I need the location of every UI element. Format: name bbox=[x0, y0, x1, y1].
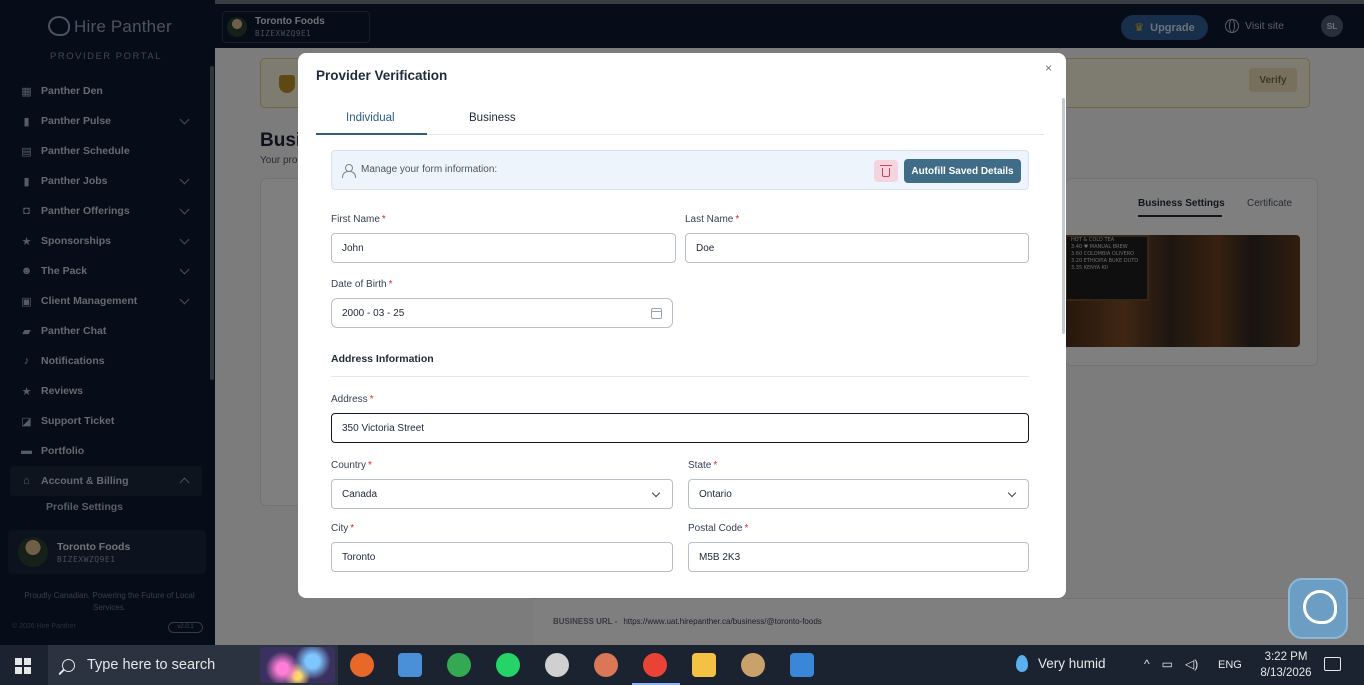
country-select[interactable]: Canada bbox=[331, 479, 673, 509]
city-input[interactable]: Toronto bbox=[331, 542, 673, 572]
first-name-input[interactable]: John bbox=[331, 233, 676, 263]
photos-icon[interactable] bbox=[790, 653, 814, 677]
state-value: Ontario bbox=[699, 488, 732, 500]
panther-chat-icon bbox=[1303, 590, 1337, 624]
country-value: Canada bbox=[342, 488, 378, 500]
close-icon[interactable]: × bbox=[1045, 61, 1052, 75]
chevron-down-icon bbox=[651, 488, 661, 498]
last-name-label: Last Name * bbox=[685, 214, 740, 225]
address-label: Address * bbox=[331, 394, 374, 405]
paint-icon[interactable] bbox=[741, 653, 765, 677]
form-info-bar: Manage your form information: Autofill S… bbox=[331, 150, 1029, 190]
postal-code-input[interactable]: M5B 2K3 bbox=[688, 542, 1029, 572]
weather-widget[interactable]: Very humid bbox=[1016, 655, 1106, 672]
clock-time: 3:22 PM bbox=[1264, 651, 1308, 663]
verification-tabs: Individual Business bbox=[316, 105, 1044, 135]
claude-icon[interactable] bbox=[594, 653, 618, 677]
trash-icon bbox=[880, 164, 892, 177]
weather-text: Very humid bbox=[1038, 656, 1106, 671]
chevron-up-icon[interactable]: ^ bbox=[1144, 657, 1150, 671]
chatgpt-icon[interactable] bbox=[545, 653, 569, 677]
address-section-title: Address Information bbox=[331, 353, 434, 365]
state-label: State * bbox=[688, 460, 718, 471]
firefox-icon[interactable] bbox=[350, 653, 374, 677]
dob-label: Date of Birth * bbox=[331, 279, 393, 290]
file-transfer-icon[interactable] bbox=[398, 653, 422, 677]
country-label: Country * bbox=[331, 460, 372, 471]
user-icon bbox=[342, 164, 356, 178]
dob-value: 2000 - 03 - 25 bbox=[342, 307, 405, 319]
state-select[interactable]: Ontario bbox=[688, 479, 1029, 509]
tab-business[interactable]: Business bbox=[469, 112, 516, 124]
tab-individual[interactable]: Individual bbox=[346, 112, 395, 124]
chrome-icon[interactable] bbox=[447, 653, 471, 677]
windows-start-icon[interactable] bbox=[15, 658, 31, 674]
calendar-icon[interactable] bbox=[651, 308, 662, 319]
whatsapp-icon[interactable] bbox=[496, 653, 520, 677]
last-name-input[interactable]: Doe bbox=[685, 233, 1029, 263]
humidity-icon bbox=[1016, 655, 1028, 672]
search-highlight-image[interactable] bbox=[260, 647, 335, 683]
chrome-active-icon[interactable] bbox=[643, 653, 667, 677]
chat-launcher-button[interactable] bbox=[1288, 578, 1348, 639]
manage-form-text: Manage your form information: bbox=[361, 164, 498, 175]
postal-code-label: Postal Code * bbox=[688, 523, 749, 534]
notification-center-icon[interactable] bbox=[1324, 657, 1341, 671]
address-input[interactable]: 350 Victoria Street bbox=[331, 413, 1029, 443]
windows-taskbar: Type here to search Very humid ^ ▭ ◁) EN… bbox=[0, 645, 1364, 685]
clock-date: 8/13/2026 bbox=[1260, 667, 1312, 679]
file-explorer-icon[interactable] bbox=[692, 653, 716, 677]
dob-input[interactable]: 2000 - 03 - 25 bbox=[331, 298, 673, 328]
language-indicator[interactable]: ENG bbox=[1218, 659, 1242, 671]
active-tab-indicator bbox=[316, 133, 427, 135]
provider-verification-modal: Provider Verification × Individual Busin… bbox=[298, 53, 1066, 598]
delete-saved-button[interactable] bbox=[874, 160, 898, 182]
modal-title: Provider Verification bbox=[316, 68, 448, 83]
modal-scrollbar[interactable] bbox=[1062, 98, 1065, 334]
search-icon bbox=[62, 658, 75, 672]
battery-icon[interactable]: ▭ bbox=[1162, 657, 1173, 671]
system-tray: ^ ▭ ◁) bbox=[1144, 657, 1210, 671]
city-label: City * bbox=[331, 523, 355, 534]
system-clock[interactable]: 3:22 PM 8/13/2026 bbox=[1254, 649, 1318, 681]
volume-icon[interactable]: ◁) bbox=[1185, 657, 1198, 671]
autofill-button[interactable]: Autofill Saved Details bbox=[904, 159, 1021, 183]
chevron-down-icon bbox=[1007, 488, 1017, 498]
first-name-label: First Name * bbox=[331, 214, 386, 225]
section-divider bbox=[331, 376, 1029, 377]
taskbar-search-placeholder: Type here to search bbox=[87, 657, 216, 673]
